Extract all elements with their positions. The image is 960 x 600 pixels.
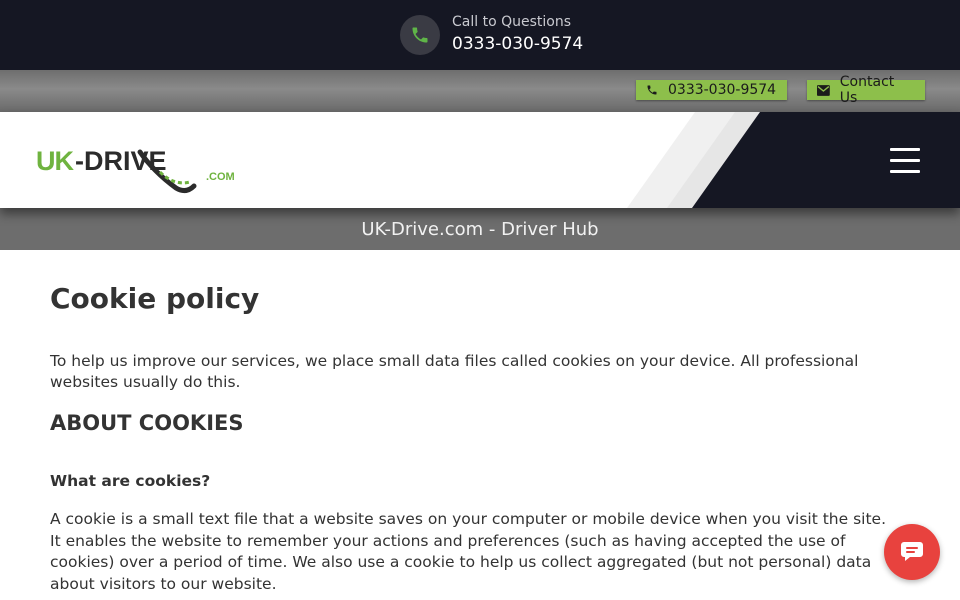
call-label: Call to Questions bbox=[452, 14, 571, 30]
hamburger-menu-icon[interactable] bbox=[890, 148, 920, 174]
svg-text:-DRIVE: -DRIVE bbox=[75, 146, 167, 176]
page-title: Cookie policy bbox=[50, 282, 260, 315]
phone-small-icon bbox=[647, 85, 657, 95]
body-paragraph: A cookie is a small text file that a web… bbox=[50, 510, 887, 593]
call-number-link[interactable]: 0333-030-9574 bbox=[452, 34, 583, 54]
top-call-bar: Call to Questions 0333-030-9574 bbox=[0, 0, 960, 70]
menu-line bbox=[890, 159, 920, 162]
phone-button-label: 0333-030-9574 bbox=[668, 82, 777, 98]
subheading: What are cookies? bbox=[50, 472, 211, 490]
contact-us-button[interactable]: Contact Us bbox=[807, 74, 925, 106]
envelope-icon bbox=[817, 84, 830, 96]
site-header: UK -DRIVE .COM bbox=[0, 112, 960, 208]
contact-strip: 0333-030-9574 Contact Us bbox=[0, 70, 960, 112]
svg-text:.COM: .COM bbox=[206, 171, 235, 183]
site-logo[interactable]: UK -DRIVE .COM bbox=[36, 146, 256, 202]
phone-button[interactable]: 0333-030-9574 bbox=[636, 80, 787, 100]
chat-icon bbox=[901, 542, 923, 561]
hub-title: UK-Drive.com - Driver Hub bbox=[361, 218, 599, 240]
phone-icon[interactable] bbox=[400, 15, 440, 55]
menu-line bbox=[890, 170, 920, 173]
contact-us-label: Contact Us bbox=[839, 74, 895, 106]
menu-line bbox=[890, 148, 920, 151]
svg-text:UK: UK bbox=[36, 146, 74, 176]
uk-drive-logo: UK -DRIVE .COM bbox=[36, 146, 235, 194]
hub-title-band: UK-Drive.com - Driver Hub bbox=[0, 208, 960, 250]
intro-paragraph: To help us improve our services, we plac… bbox=[50, 352, 859, 391]
section-heading: ABOUT COOKIES bbox=[50, 411, 244, 435]
chat-button[interactable] bbox=[884, 524, 940, 580]
